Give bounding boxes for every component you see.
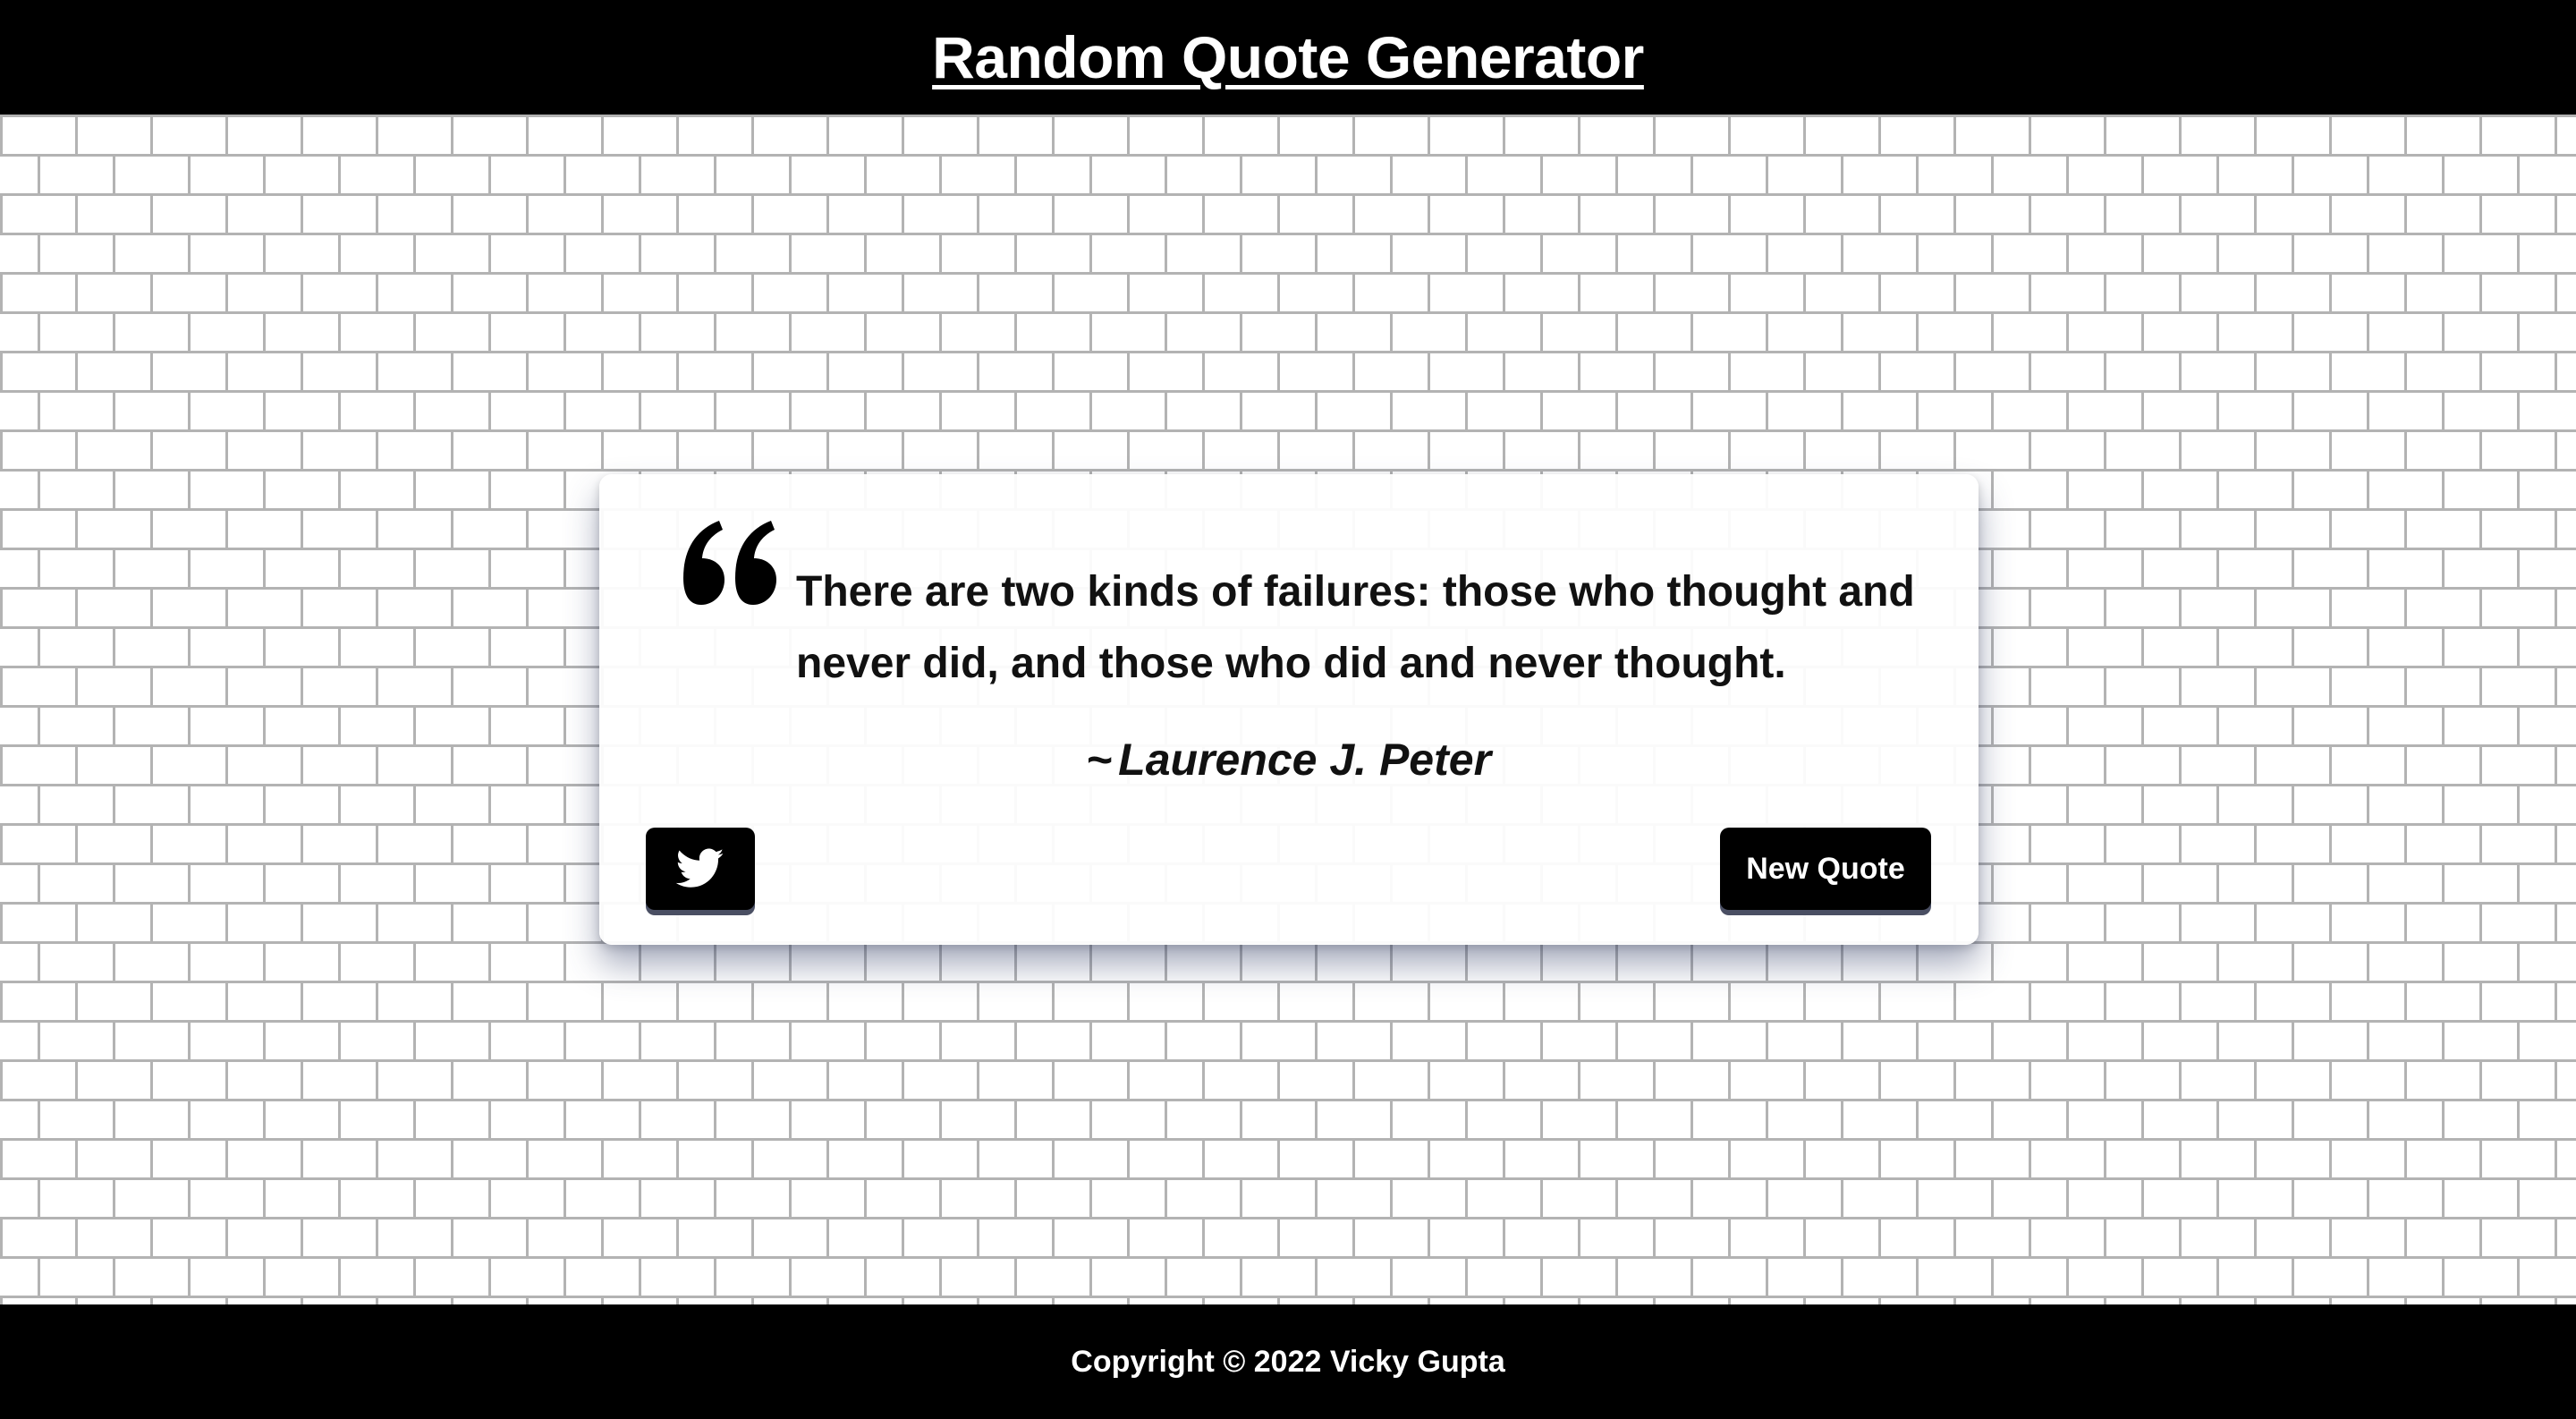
quote-text: There are two kinds of failures: those w… — [796, 568, 1915, 687]
new-quote-button[interactable]: New Quote — [1720, 828, 1931, 910]
page-title: Random Quote Generator — [932, 24, 1644, 90]
page-footer: Copyright © 2022 Vicky Gupta — [0, 1304, 2576, 1419]
quote-author: ~ Laurence J. Peter — [599, 734, 1979, 786]
author-prefix: ~ — [1086, 735, 1114, 785]
page-header: Random Quote Generator — [0, 0, 2576, 115]
quote-left-icon — [683, 521, 776, 605]
copyright-text: Copyright © 2022 Vicky Gupta — [1071, 1344, 1505, 1379]
quote-card: There are two kinds of failures: those w… — [599, 474, 1979, 945]
twitter-icon — [676, 848, 724, 888]
tweet-button[interactable] — [646, 828, 755, 910]
author-name: Laurence J. Peter — [1118, 735, 1492, 785]
